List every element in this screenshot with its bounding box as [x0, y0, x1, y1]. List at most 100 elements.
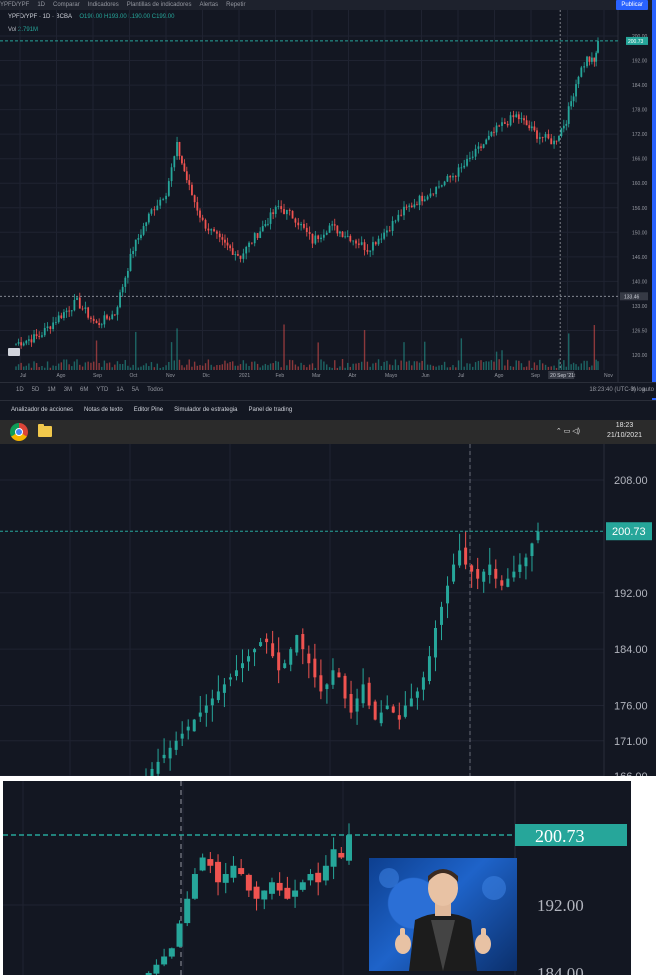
- volume-bar: [183, 367, 186, 370]
- candle-body: [68, 310, 71, 312]
- candle-body: [515, 114, 518, 118]
- chrome-icon[interactable]: [10, 423, 28, 441]
- volume-bar: [311, 363, 314, 370]
- tray-chevron-icon[interactable]: ⌃ ▭ ◁): [556, 427, 580, 435]
- volume-bar: [394, 359, 397, 370]
- volume-bar: [294, 364, 297, 370]
- candle-body: [322, 234, 325, 238]
- candle-body: [337, 672, 341, 678]
- volume-bar: [106, 363, 108, 370]
- x-tick-label: Mar: [312, 373, 321, 379]
- scale-toggle-0[interactable]: %: [631, 383, 636, 398]
- toolbar-item-4[interactable]: Plantillas de indicadores: [127, 0, 192, 10]
- toolbar-item-6[interactable]: Repetir: [226, 0, 245, 10]
- x-tick-label: 2021: [239, 373, 250, 379]
- scale-toggle-2[interactable]: auto: [642, 383, 654, 398]
- candle-body: [536, 531, 540, 541]
- volume-bar: [347, 362, 349, 370]
- folder-icon[interactable]: [38, 424, 52, 437]
- y-tick-label: 192.00: [614, 588, 648, 600]
- candle-body: [222, 874, 229, 883]
- candle-body: [533, 126, 536, 131]
- candle-body: [70, 310, 73, 312]
- candle-body: [429, 193, 432, 197]
- volume-bar: [239, 364, 242, 370]
- volume-bar: [58, 363, 60, 370]
- candle-body: [490, 131, 493, 136]
- volume-bar: [403, 342, 405, 370]
- candle-body: [377, 238, 380, 245]
- zoom-price-chart[interactable]: 208.00 200.73 192.00 184.00 176.00 171.00 166.…: [0, 444, 656, 776]
- volume-bar: [469, 363, 471, 370]
- volume-bar: [267, 365, 269, 370]
- main-price-chart[interactable]: 120.00 126.50 133.00 140.00 146.00 150.00 156.…: [0, 10, 656, 382]
- candle-body: [159, 199, 162, 206]
- candle-body: [121, 286, 124, 293]
- panel-tab-3[interactable]: Simulador de estrategia: [174, 401, 237, 420]
- volume-bar: [207, 359, 210, 370]
- candle-body: [355, 240, 357, 244]
- panel-tab-1[interactable]: Notas de texto: [84, 401, 123, 420]
- panel-tab-0[interactable]: Analizador de acciones: [11, 401, 73, 420]
- y-tick-label: 192.00: [537, 896, 584, 915]
- volume-bar: [256, 363, 259, 370]
- panel-tab-2[interactable]: Editor Pine: [134, 401, 163, 420]
- volume-bar: [55, 365, 57, 370]
- candle-body: [185, 171, 188, 181]
- timeframe-3m[interactable]: 3M: [64, 383, 72, 398]
- volume-bar: [150, 362, 153, 370]
- candle-body: [597, 40, 599, 53]
- zoom2-price-chart[interactable]: 200.73 192.00 184.00: [3, 781, 647, 975]
- volume-bar: [52, 365, 54, 370]
- candle-body: [301, 634, 305, 650]
- timeframe-todos[interactable]: Todos: [147, 383, 163, 398]
- candle-body: [352, 240, 355, 242]
- timeframe-1d[interactable]: 1D: [16, 383, 24, 398]
- candle-body: [199, 857, 206, 871]
- candle-body: [100, 324, 103, 326]
- toolbar-item-1[interactable]: 1D: [37, 0, 45, 10]
- candle-body: [367, 682, 371, 706]
- volume-bar: [25, 365, 28, 370]
- publish-button[interactable]: Publicar: [616, 0, 648, 10]
- candle-body: [35, 334, 38, 337]
- candle-body: [311, 233, 314, 244]
- tray-clock[interactable]: 18:23 21/10/2021: [607, 421, 642, 441]
- candle-body: [41, 335, 43, 337]
- timeframe-5d[interactable]: 5D: [32, 383, 40, 398]
- volume-bar: [237, 365, 239, 370]
- volume-bar: [193, 361, 196, 370]
- candle-body: [81, 308, 84, 310]
- toolbar-item-0[interactable]: YPFD/YPF: [0, 0, 29, 10]
- volume-bar: [501, 350, 503, 370]
- candle-body: [575, 84, 577, 97]
- timeframe-1m[interactable]: 1M: [47, 383, 55, 398]
- timeframe-ytd[interactable]: YTD: [96, 383, 108, 398]
- candle-body: [224, 239, 226, 243]
- x-tick-label: Mayo: [385, 373, 397, 379]
- toolbar-item-3[interactable]: Indicadores: [88, 0, 119, 10]
- volume-bar: [277, 361, 280, 370]
- toolbar-item-5[interactable]: Alertas: [199, 0, 218, 10]
- volume-bar: [349, 366, 352, 370]
- candle-body: [394, 220, 397, 222]
- candle-body: [583, 66, 586, 68]
- x-tick-label: Dic: [203, 373, 211, 379]
- toolbar-item-2[interactable]: Comparar: [53, 0, 80, 10]
- candle-body: [289, 649, 293, 665]
- x-tick-label: Feb: [276, 373, 285, 379]
- volume-bar: [474, 362, 477, 370]
- volume-bar: [216, 365, 218, 370]
- timeframe-5a[interactable]: 5A: [132, 383, 139, 398]
- candle-body: [226, 242, 229, 246]
- volume-bar: [188, 359, 190, 370]
- candle-body: [307, 874, 314, 881]
- panel-tab-4[interactable]: Panel de trading: [248, 401, 292, 420]
- timeframe-1a[interactable]: 1A: [116, 383, 123, 398]
- candle-body: [388, 230, 391, 232]
- candle-body: [308, 232, 311, 234]
- volume-bar: [509, 366, 512, 370]
- timeframe-6m[interactable]: 6M: [80, 383, 88, 398]
- volume-bar: [397, 365, 400, 370]
- candle-body: [137, 238, 140, 240]
